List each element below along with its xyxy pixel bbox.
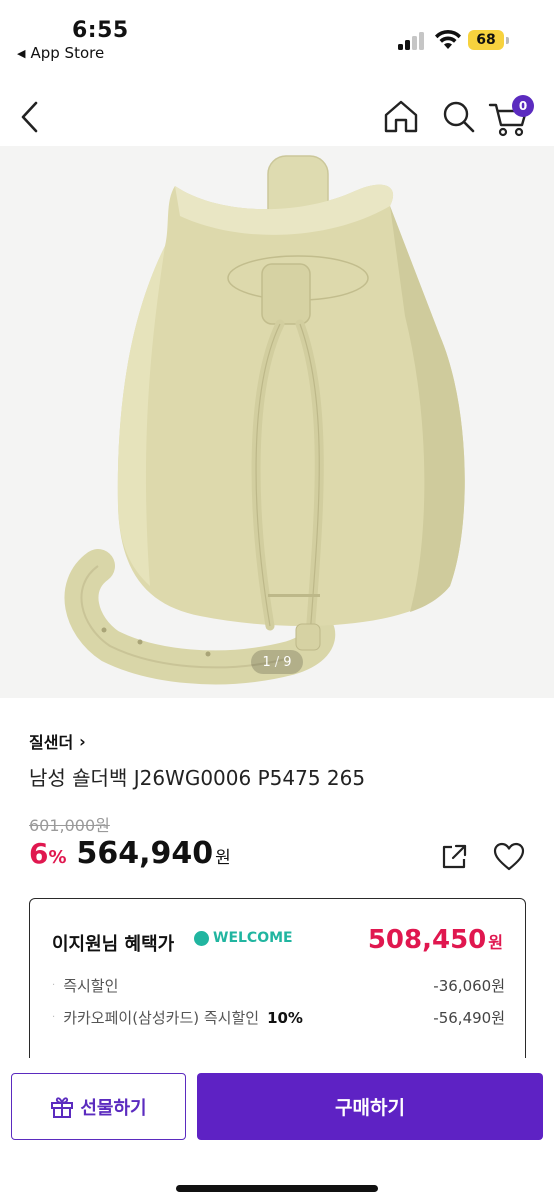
status-time: 6:55 — [72, 18, 129, 43]
bottom-action-bar: 선물하기 구매하기 — [0, 1058, 554, 1200]
benefit-line: · 카카오페이(삼성카드) 즉시할인 10% -56,490원 — [52, 1007, 505, 1028]
buy-button-label: 구매하기 — [335, 1097, 405, 1119]
home-icon[interactable] — [382, 99, 420, 135]
original-price: 601,000원 — [29, 816, 110, 835]
benefit-line-highlight: 10% — [267, 1008, 303, 1027]
benefit-line-amount: -56,490원 — [433, 1009, 505, 1027]
image-current: 1 — [262, 654, 271, 670]
back-to-app-store[interactable]: ◀ App Store — [17, 44, 104, 62]
welcome-leaf-icon — [194, 930, 209, 946]
welcome-badge: WELCOME — [194, 930, 293, 946]
buy-button[interactable]: 구매하기 — [197, 1073, 543, 1140]
welcome-label: WELCOME — [213, 930, 293, 946]
back-icon[interactable] — [18, 100, 42, 134]
discount-rate: 6 — [29, 837, 49, 870]
gift-button[interactable]: 선물하기 — [11, 1073, 186, 1140]
image-counter: 1 / 9 — [251, 650, 303, 674]
wifi-icon — [435, 29, 461, 49]
image-total: 9 — [283, 654, 292, 670]
status-bar: 6:55 ◀ App Store 68 — [0, 0, 554, 70]
discount-percent-sign: % — [48, 847, 67, 868]
home-indicator — [176, 1185, 378, 1192]
benefit-line-label: 즉시할인 — [63, 977, 119, 995]
product-image-carousel[interactable] — [0, 146, 554, 698]
battery-indicator: 68 — [468, 30, 504, 50]
back-triangle-icon: ◀ — [17, 46, 26, 60]
benefit-price-currency: 원 — [488, 933, 503, 952]
brand-name: 질샌더 — [29, 733, 74, 752]
benefit-price: 508,450 원 — [368, 925, 503, 955]
share-icon[interactable] — [440, 843, 468, 871]
wishlist-heart-icon[interactable] — [493, 842, 525, 872]
back-app-label: App Store — [30, 44, 105, 62]
benefit-price-value: 508,450 — [367, 925, 487, 955]
gift-icon — [51, 1096, 74, 1118]
member-benefit-box[interactable]: 이지원님 혜택가 WELCOME 508,450 원 · 즉시할인 -36,060… — [29, 898, 526, 1073]
brand-chevron-icon: › — [79, 731, 86, 751]
battery-cap — [506, 37, 509, 44]
price-row: 6 % 564,940 원 — [29, 836, 231, 871]
bullet-dot: · — [52, 1012, 56, 1023]
sale-price-currency: 원 — [215, 848, 231, 868]
benefit-line-label: 카카오페이(삼성카드) 즉시할인 — [63, 1009, 260, 1027]
gift-button-label: 선물하기 — [80, 1097, 147, 1119]
cart-count-badge: 0 — [512, 95, 534, 117]
cellular-signal-icon — [398, 32, 426, 50]
benefit-line-amount: -36,060원 — [433, 977, 505, 995]
image-counter-separator: / — [274, 654, 280, 670]
benefit-title: 이지원님 혜택가 — [52, 934, 175, 955]
bullet-dot: · — [52, 980, 56, 991]
benefit-line: · 즉시할인 -36,060원 — [52, 975, 505, 996]
sale-price: 564,940 — [76, 836, 214, 871]
search-icon[interactable] — [440, 99, 478, 135]
product-title: 남성 숄더백 J26WG0006 P5475 265 — [29, 766, 366, 790]
brand-link[interactable]: 질샌더 › — [29, 729, 86, 753]
product-photo — [0, 146, 554, 698]
